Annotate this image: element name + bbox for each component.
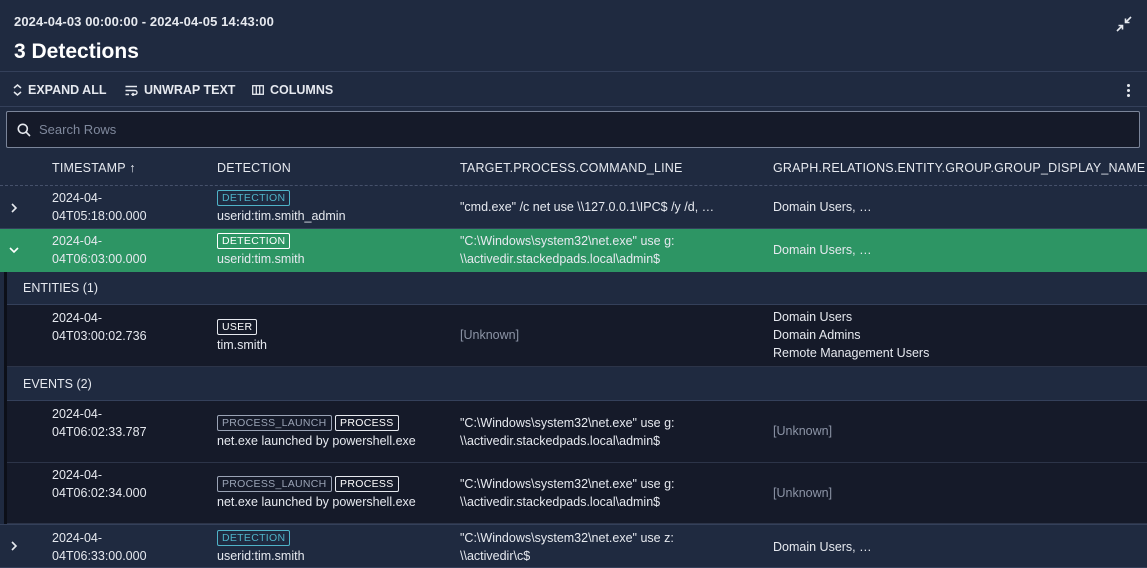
event-row[interactable]: 2024-04- 04T06:02:33.787 PROCESS_LAUNCH P… <box>7 401 1147 463</box>
group-cell: Domain Users, … <box>773 540 872 554</box>
command-line-cell: "C:\Windows\system32\net.exe" use g: \\ac… <box>460 477 675 509</box>
entity-cell: USER tim.smith <box>217 319 267 352</box>
search-box <box>6 111 1140 148</box>
detection-badge: DETECTION <box>217 233 291 249</box>
timestamp-cell: 2024-04- 04T06:02:33.787 <box>52 407 147 439</box>
column-header-command-line[interactable]: TARGET.PROCESS.COMMAND_LINE <box>460 150 683 186</box>
unwrap-text-button[interactable]: UNWRAP TEXT <box>125 73 235 107</box>
column-headers: TIMESTAMP ↑ DETECTION TARGET.PROCESS.COM… <box>0 150 1147 186</box>
unwrap-text-label: UNWRAP TEXT <box>144 83 236 97</box>
toolbar: EXPAND ALL UNWRAP TEXT COLUMNS <box>0 73 1147 107</box>
more-options-icon[interactable] <box>1121 81 1135 99</box>
columns-label: COLUMNS <box>270 83 334 97</box>
timestamp-cell: 2024-04- 04T06:33:00.000 <box>52 531 147 563</box>
events-section-header: EVENTS (2) <box>7 367 1147 401</box>
group-cell: Domain Users, … <box>773 243 872 257</box>
detection-cell: DETECTION userid:tim.smith <box>217 530 305 563</box>
process-launch-badge: PROCESS_LAUNCH <box>217 415 332 431</box>
detection-badge: DETECTION <box>217 190 291 206</box>
search-input[interactable] <box>39 112 1129 147</box>
event-row[interactable]: 2024-04- 04T06:02:34.000 PROCESS_LAUNCH P… <box>7 463 1147 524</box>
sort-ascending-icon[interactable]: ↑ <box>129 161 135 175</box>
expand-all-label: EXPAND ALL <box>28 83 107 97</box>
command-line-cell: "cmd.exe" /c net use \\127.0.0.1\IPC$ /y… <box>460 200 715 214</box>
detection-badge: DETECTION <box>217 530 291 546</box>
column-header-group[interactable]: GRAPH.RELATIONS.ENTITY.GROUP.GROUP_DISPL… <box>773 150 1145 186</box>
table-row-selected[interactable]: 2024-04- 04T06:03:00.000 DETECTION userid… <box>0 229 1147 272</box>
expand-vertical-icon <box>13 84 22 96</box>
table-row[interactable]: 2024-04- 04T06:33:00.000 DETECTION userid… <box>0 524 1147 568</box>
detection-cell: DETECTION userid:tim.smith_admin <box>217 190 346 223</box>
process-badge: PROCESS <box>335 476 399 492</box>
collapse-arrows-icon[interactable] <box>1115 15 1133 33</box>
timestamp-cell: 2024-04- 04T03:00:02.736 <box>52 311 147 343</box>
event-cell: PROCESS_LAUNCH PROCESS net.exe launched … <box>217 476 416 509</box>
timestamp-cell: 2024-04- 04T06:02:34.000 <box>52 468 147 500</box>
chevron-down-icon[interactable] <box>8 244 20 256</box>
process-launch-badge: PROCESS_LAUNCH <box>217 476 332 492</box>
columns-icon <box>252 85 264 95</box>
command-line-cell: "C:\Windows\system32\net.exe" use z: \\ac… <box>460 531 674 563</box>
entities-section-header: ENTITIES (1) <box>7 272 1147 305</box>
expanded-indicator <box>0 272 7 524</box>
group-cell: [Unknown] <box>773 486 833 500</box>
process-badge: PROCESS <box>335 415 399 431</box>
detection-cell: DETECTION userid:tim.smith <box>217 233 305 266</box>
date-range: 2024-04-03 00:00:00 - 2024-04-05 14:43:0… <box>14 14 274 29</box>
table-row[interactable]: 2024-04- 04T05:18:00.000 DETECTION userid… <box>0 187 1147 229</box>
group-cell: Domain Users, … <box>773 200 872 214</box>
search-icon <box>17 123 31 137</box>
user-badge: USER <box>217 319 258 335</box>
column-header-detection[interactable]: DETECTION <box>217 150 291 186</box>
command-line-cell: "C:\Windows\system32\net.exe" use g: \\ac… <box>460 234 675 266</box>
panel-header: 2024-04-03 00:00:00 - 2024-04-05 14:43:0… <box>0 0 1147 72</box>
group-cell: Domain Users Domain Admins Remote Manage… <box>773 310 930 360</box>
command-line-cell: "C:\Windows\system32\net.exe" use g: \\ac… <box>460 416 675 448</box>
command-line-cell: [Unknown] <box>460 328 520 342</box>
chevron-right-icon[interactable] <box>8 540 20 552</box>
expand-all-button[interactable]: EXPAND ALL <box>13 73 106 107</box>
page-title: 3 Detections <box>14 40 139 63</box>
timestamp-cell: 2024-04- 04T06:03:00.000 <box>52 234 147 266</box>
event-cell: PROCESS_LAUNCH PROCESS net.exe launched … <box>217 415 416 448</box>
column-header-timestamp[interactable]: TIMESTAMP ↑ <box>52 150 136 186</box>
group-cell: [Unknown] <box>773 424 833 438</box>
chevron-right-icon[interactable] <box>8 202 20 214</box>
entities-label: ENTITIES (1) <box>23 281 99 295</box>
columns-button[interactable]: COLUMNS <box>252 73 333 107</box>
entity-row[interactable]: 2024-04- 04T03:00:02.736 USER tim.smith [… <box>7 305 1147 367</box>
wrap-text-icon <box>125 85 138 96</box>
events-label: EVENTS (2) <box>23 377 92 391</box>
timestamp-cell: 2024-04- 04T05:18:00.000 <box>52 191 147 223</box>
